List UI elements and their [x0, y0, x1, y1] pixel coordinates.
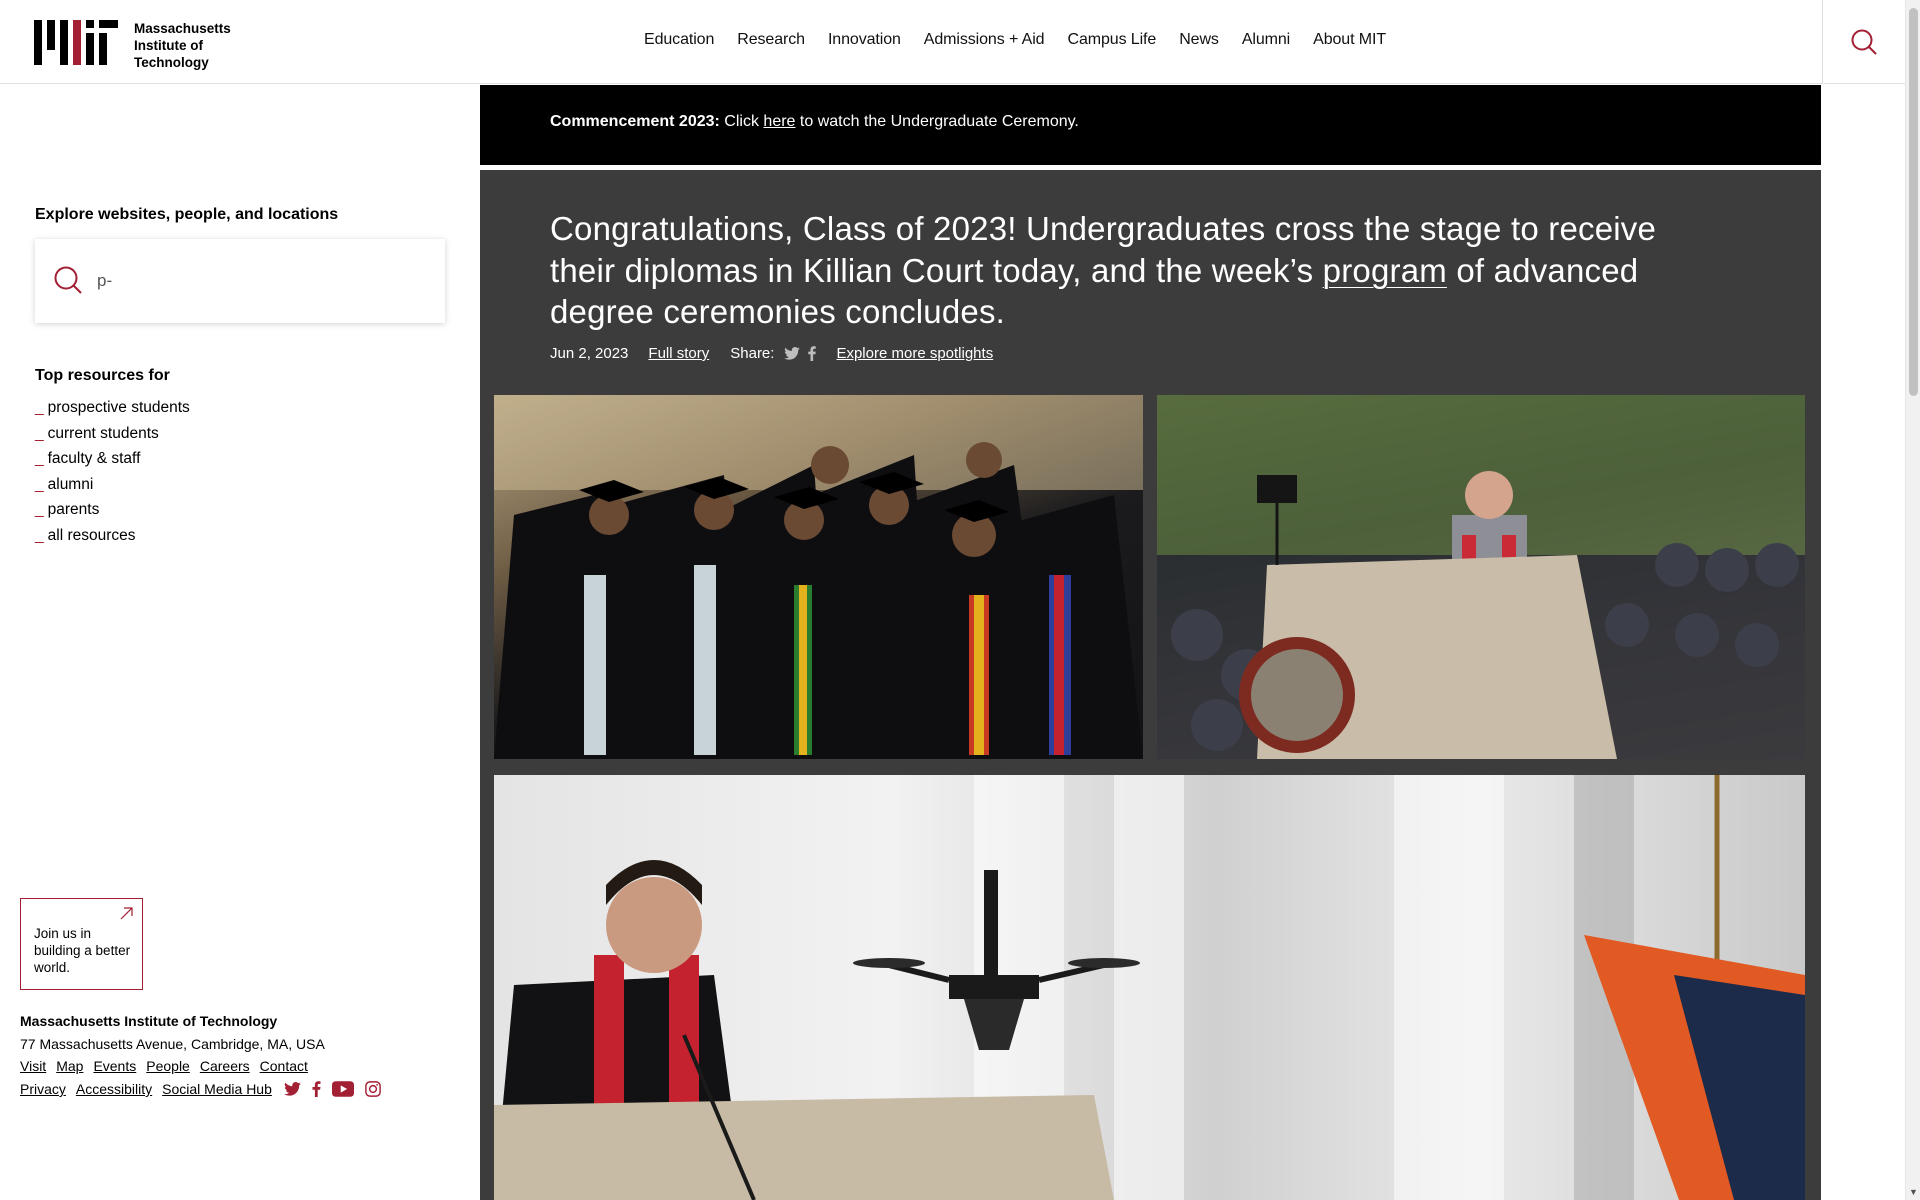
footer-link-social-hub[interactable]: Social Media Hub [162, 1081, 272, 1097]
mit-logo[interactable]: Massachusetts Institute of Technology [34, 20, 254, 71]
nav-research[interactable]: Research [737, 31, 805, 49]
search-icon [1851, 29, 1877, 55]
nav-admissions[interactable]: Admissions + Aid [924, 31, 1045, 49]
podium-illustration [1157, 395, 1805, 759]
resource-item[interactable]: _ faculty & staff [35, 446, 190, 472]
footer-institute-name: Massachusetts Institute of Technology [20, 1013, 278, 1029]
share-label: Share: [730, 345, 775, 362]
nav-news[interactable]: News [1179, 31, 1219, 49]
logo-line: Institute of [134, 38, 203, 53]
youtube-icon[interactable] [331, 1081, 354, 1097]
banner-pre-link: Click [724, 113, 759, 130]
headline-program-link[interactable]: program [1323, 252, 1447, 289]
dash-marker: _ [35, 399, 44, 416]
speaker-drone-photo[interactable] [494, 775, 1805, 1200]
explore-spotlights-link[interactable]: Explore more spotlights [836, 345, 993, 362]
resource-link[interactable]: all resources [48, 527, 136, 544]
resource-item[interactable]: _ alumni [35, 472, 190, 498]
resources-list: _ prospective students _ current students … [35, 395, 190, 549]
logo-line: Technology [134, 55, 209, 70]
scrollbar-thumb[interactable] [1909, 8, 1918, 396]
graduates-photo[interactable] [494, 395, 1143, 759]
footer-address: 77 Massachusetts Avenue, Cambridge, MA, … [20, 1036, 325, 1052]
search-box [35, 239, 445, 323]
resource-item[interactable]: _ parents [35, 497, 190, 523]
site-header: Massachusetts Institute of Technology Ed… [0, 0, 1905, 84]
main-nav: Education Research Innovation Admissions… [644, 31, 1409, 49]
nav-alumni[interactable]: Alumni [1242, 31, 1290, 49]
explore-title: Explore websites, people, and locations [35, 206, 339, 223]
footer-links-row: Visit Map Events People Careers Contact [20, 1058, 318, 1074]
resource-link[interactable]: parents [48, 501, 100, 518]
spotlight-section: Congratulations, Class of 2023! Undergra… [480, 170, 1821, 1200]
resource-link[interactable]: alumni [48, 476, 94, 493]
logo-text: Massachusetts Institute of Technology [134, 20, 254, 71]
footer-link-visit[interactable]: Visit [20, 1058, 46, 1074]
scroll-down-arrow-icon[interactable]: ▼ [1909, 1187, 1918, 1197]
footer-link-careers[interactable]: Careers [200, 1058, 250, 1074]
resources-title: Top resources for [35, 367, 170, 384]
footer-links-row: Privacy Accessibility Social Media Hub [20, 1081, 390, 1097]
page-scrollbar[interactable]: ▼ [1905, 0, 1920, 1200]
search-input[interactable] [97, 265, 417, 297]
drone-illustration [494, 775, 1805, 1200]
join-us-text: Join us in building a better world. [34, 926, 131, 975]
facebook-icon[interactable] [312, 1081, 321, 1097]
spotlight-meta: Jun 2, 2023 Full story Share: Explore mo… [550, 345, 993, 362]
nav-campus-life[interactable]: Campus Life [1067, 31, 1156, 49]
dash-marker: _ [35, 526, 44, 544]
search-icon [54, 266, 82, 294]
spotlight-date: Jun 2, 2023 [550, 345, 629, 362]
dash-marker: _ [35, 501, 44, 519]
resource-link[interactable]: prospective students [48, 399, 190, 416]
speaker-podium-photo[interactable] [1157, 395, 1805, 759]
commencement-banner: Commencement 2023: Click here to watch t… [480, 85, 1821, 165]
footer-link-events[interactable]: Events [93, 1058, 136, 1074]
banner-post-link: to watch the Undergraduate Ceremony. [799, 113, 1079, 130]
join-us-button[interactable]: Join us in building a better world. [20, 898, 143, 990]
nav-education[interactable]: Education [644, 31, 714, 49]
footer-link-contact[interactable]: Contact [260, 1058, 308, 1074]
footer-link-accessibility[interactable]: Accessibility [76, 1081, 152, 1097]
instagram-icon[interactable] [365, 1081, 381, 1097]
header-search-button[interactable] [1822, 0, 1905, 84]
mit-logo-mark [34, 20, 118, 65]
dash-marker: _ [35, 450, 44, 468]
twitter-icon[interactable] [283, 1082, 301, 1096]
footer-link-privacy[interactable]: Privacy [20, 1081, 66, 1097]
nav-about[interactable]: About MIT [1313, 31, 1386, 49]
dash-marker: _ [35, 475, 44, 493]
sidebar: Explore websites, people, and locations … [0, 85, 480, 1200]
logo-line: Massachusetts [134, 21, 231, 36]
resource-link[interactable]: faculty & staff [48, 450, 141, 467]
full-story-link[interactable]: Full story [648, 345, 709, 362]
resource-item[interactable]: _ prospective students [35, 395, 190, 421]
twitter-icon[interactable] [784, 347, 801, 360]
footer-link-people[interactable]: People [146, 1058, 190, 1074]
resource-link[interactable]: current students [48, 425, 159, 442]
facebook-icon[interactable] [808, 346, 817, 361]
banner-bold: Commencement 2023: [550, 113, 720, 130]
graduates-illustration [494, 395, 1143, 759]
banner-text: Commencement 2023: Click here to watch t… [550, 113, 1079, 131]
spotlight-headline: Congratulations, Class of 2023! Undergra… [550, 208, 1670, 333]
resource-item[interactable]: _ current students [35, 421, 190, 447]
banner-here-link[interactable]: here [763, 113, 795, 130]
nav-innovation[interactable]: Innovation [828, 31, 901, 49]
resource-item[interactable]: _ all resources [35, 523, 190, 549]
dash-marker: _ [35, 424, 44, 442]
footer-link-map[interactable]: Map [56, 1058, 83, 1074]
external-arrow-icon [120, 907, 133, 920]
